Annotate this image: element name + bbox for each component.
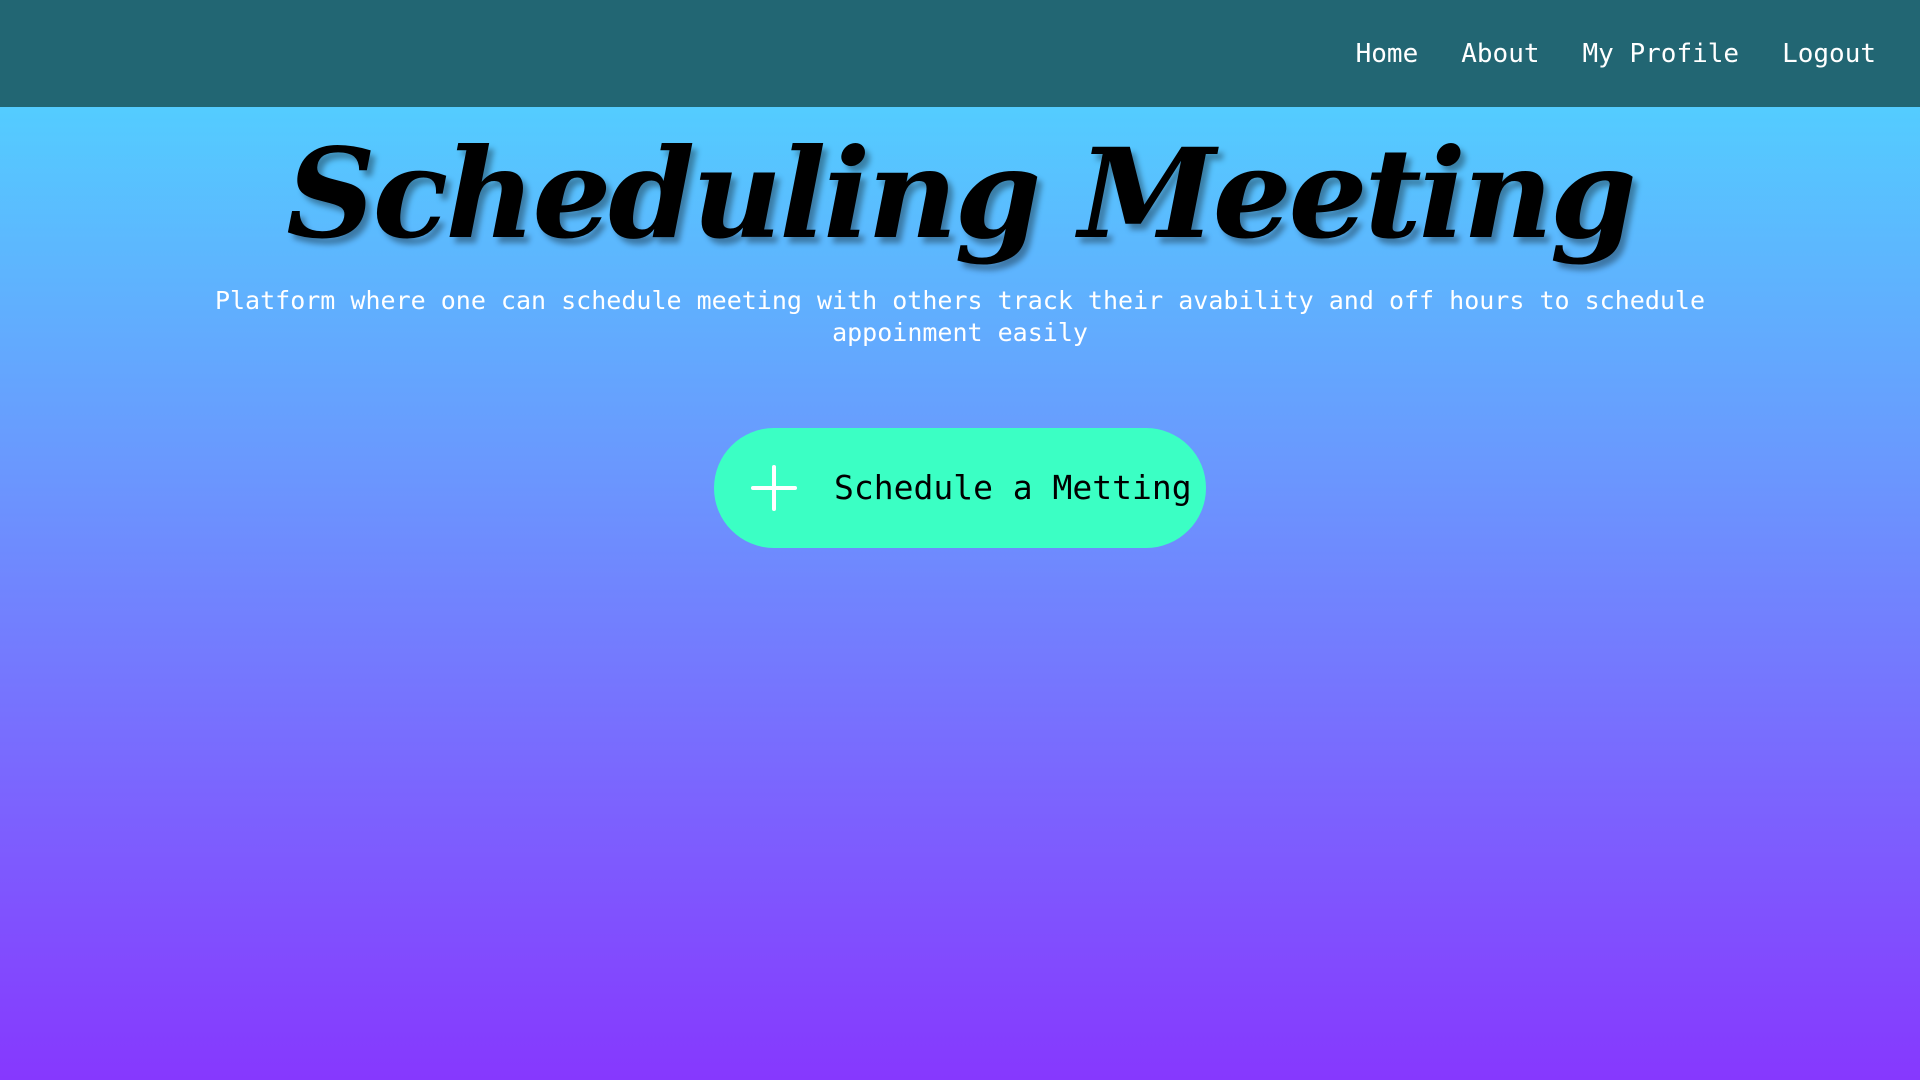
page-subtitle: Platform where one can schedule meeting … (214, 286, 1706, 347)
nav-logout-link[interactable]: Logout (1782, 39, 1876, 69)
nav-home-link[interactable]: Home (1356, 39, 1419, 69)
nav-my-profile-link[interactable]: My Profile (1583, 39, 1740, 69)
nav-links: Home About My Profile Logout (1356, 0, 1876, 107)
page-title: Scheduling Meeting (286, 122, 1636, 267)
schedule-meeting-button[interactable]: Schedule a Metting (714, 428, 1206, 548)
hero-section: Scheduling Meeting Platform where one ca… (0, 107, 1920, 349)
schedule-meeting-label: Schedule a Metting (834, 468, 1192, 507)
top-navbar: Home About My Profile Logout (0, 0, 1920, 107)
plus-icon (751, 465, 797, 511)
nav-about-link[interactable]: About (1461, 39, 1539, 69)
